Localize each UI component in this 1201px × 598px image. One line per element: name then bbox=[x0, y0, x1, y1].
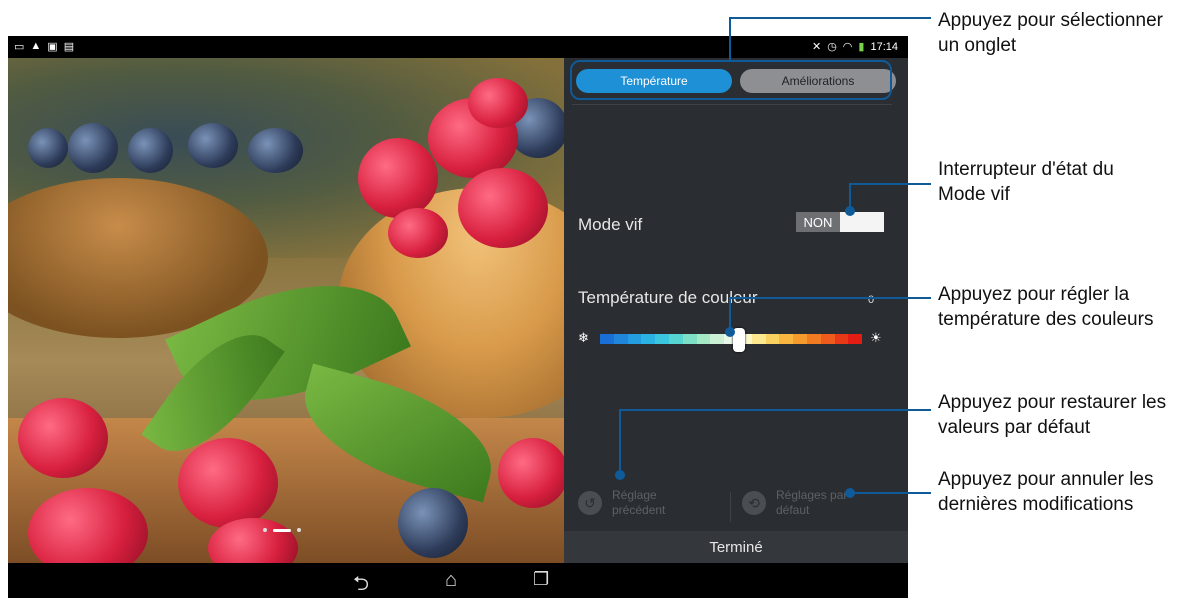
callout-5-line2: dernières modifications bbox=[938, 494, 1134, 515]
callout-3-line1: Appuyez pour régler la bbox=[938, 284, 1130, 305]
callout-line-1v bbox=[729, 17, 731, 60]
callout-line-2v bbox=[849, 183, 851, 211]
callout-line-3h bbox=[729, 297, 931, 299]
callout-line-2h bbox=[849, 183, 931, 185]
mail-icon: ▭ bbox=[14, 41, 25, 53]
callout-restore-defaults: Appuyez pour restaurer les valeurs par d… bbox=[938, 390, 1166, 440]
home-icon[interactable]: ⌂ bbox=[445, 569, 469, 591]
action-row: ↺ Réglage précédent ⟲ Réglages par défau… bbox=[578, 488, 888, 528]
wifi-icon: ◠ bbox=[842, 41, 853, 53]
callout-1-line2: un onglet bbox=[938, 35, 1017, 56]
status-bar: ▭ ▲ ▣ ▤ ✕ ◷ ◠ ▮ 17:14 bbox=[8, 36, 908, 58]
callout-2-line1: Interrupteur d'état du bbox=[938, 159, 1114, 180]
recent-apps-icon[interactable]: ❐ bbox=[533, 569, 557, 591]
callout-vivid-switch: Interrupteur d'état du Mode vif bbox=[938, 157, 1114, 207]
callout-3-line2: température des couleurs bbox=[938, 309, 1154, 330]
tablet-screen: ▭ ▲ ▣ ▤ ✕ ◷ ◠ ▮ 17:14 Température Amélio… bbox=[8, 36, 908, 598]
file-icon: ▤ bbox=[63, 41, 75, 53]
toggle-state-label: NON bbox=[796, 212, 840, 232]
callout-color-temp: Appuyez pour régler la température des c… bbox=[938, 282, 1153, 332]
page-indicator bbox=[263, 528, 301, 532]
callout-5-line1: Appuyez pour annuler les bbox=[938, 469, 1154, 490]
action-divider bbox=[730, 492, 731, 522]
previous-line1: Réglage bbox=[612, 488, 657, 502]
battery-icon: ▮ bbox=[858, 41, 865, 53]
default-settings-label: Réglages par défaut bbox=[776, 488, 847, 518]
alarm-icon: ◷ bbox=[827, 41, 837, 53]
callout-1-line1: Appuyez pour sélectionner bbox=[938, 10, 1163, 31]
sun-icon: ☀ bbox=[870, 330, 882, 345]
undo-icon: ↺ bbox=[578, 491, 602, 515]
callout-undo-changes: Appuyez pour annuler les dernières modif… bbox=[938, 467, 1153, 517]
previous-line2: précédent bbox=[612, 503, 666, 517]
callout-line-4h bbox=[619, 409, 931, 411]
reset-icon: ⟲ bbox=[742, 491, 766, 515]
mute-icon: ✕ bbox=[811, 41, 822, 53]
callout-4-line1: Appuyez pour restaurer les bbox=[938, 392, 1167, 413]
navigation-bar: ⮌ ⌂ ❐ bbox=[8, 563, 908, 598]
callout-line-4v bbox=[619, 409, 621, 475]
vivid-mode-label: Mode vif bbox=[578, 215, 643, 234]
tab-highlight bbox=[570, 60, 892, 100]
done-button[interactable]: Terminé bbox=[564, 531, 908, 563]
defaults-line1: Réglages par bbox=[776, 488, 848, 502]
divider bbox=[572, 104, 892, 105]
wallpaper-image bbox=[8, 58, 564, 563]
callout-2-line2: Mode vif bbox=[938, 184, 1010, 205]
callout-select-tab: Appuyez pour sélectionner un onglet bbox=[938, 8, 1163, 58]
clock-time: 17:14 bbox=[870, 40, 898, 53]
color-temperature-value: 0 bbox=[868, 294, 875, 306]
callout-line-5h bbox=[849, 492, 931, 494]
callout-line-3v bbox=[729, 297, 731, 331]
callout-line-1h bbox=[729, 17, 931, 19]
splendid-settings-panel: Température Améliorations Mode vif NON T… bbox=[564, 58, 908, 563]
previous-setting-button[interactable]: ↺ Réglage précédent bbox=[578, 488, 665, 518]
defaults-line2: défaut bbox=[776, 503, 810, 517]
back-icon[interactable]: ⮌ bbox=[353, 569, 377, 595]
default-settings-button[interactable]: ⟲ Réglages par défaut bbox=[742, 488, 847, 518]
warning-icon: ▲ bbox=[30, 40, 42, 52]
vivid-mode-toggle[interactable]: NON bbox=[796, 212, 884, 232]
previous-setting-label: Réglage précédent bbox=[612, 488, 665, 518]
screenshot-icon: ▣ bbox=[47, 41, 58, 53]
callout-4-line2: valeurs par défaut bbox=[938, 417, 1091, 438]
snowflake-icon: ❄ bbox=[578, 330, 589, 345]
